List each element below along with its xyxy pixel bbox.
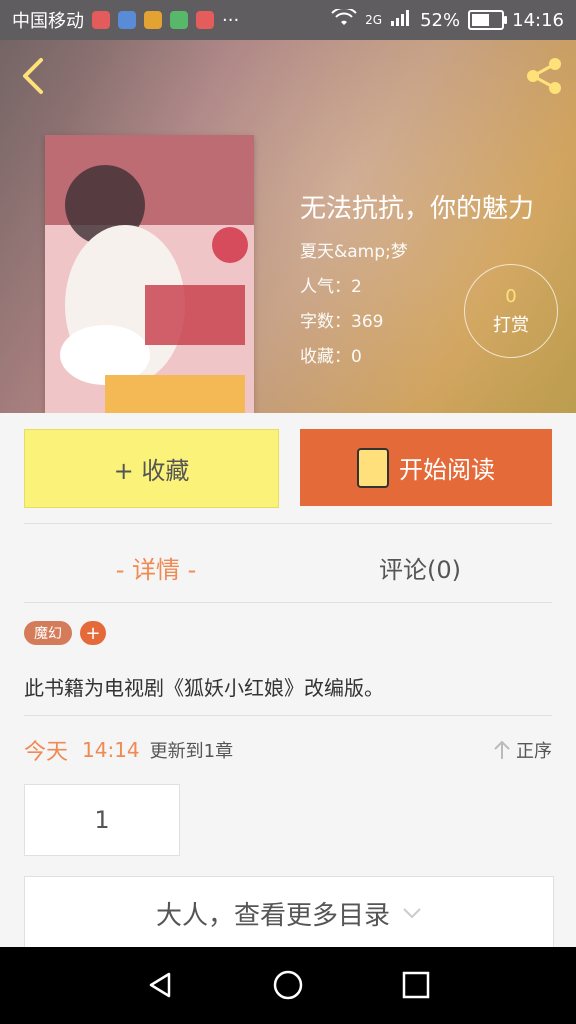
battery-icon xyxy=(468,10,508,30)
tab-details[interactable]: - 详情 - xyxy=(24,542,288,592)
chevron-down-icon xyxy=(403,908,421,919)
divider xyxy=(24,523,552,524)
collect-count-value: 0 xyxy=(351,347,362,367)
battery-fill xyxy=(472,14,489,26)
book-header: 无法抗抗，你的魅力 夏天&amp;梦 人气：2 字数：369 收藏：0 0 打赏 xyxy=(0,40,576,413)
battery-percent: 52% xyxy=(420,9,461,31)
collect-button[interactable]: + 收藏 xyxy=(24,429,279,508)
message-icon xyxy=(170,11,188,29)
status-bar: 中国移动 ··· 2G 52% 14:16 xyxy=(0,0,576,40)
back-button[interactable] xyxy=(14,58,50,94)
clock: 14:16 xyxy=(512,9,564,31)
popularity-label: 人气： xyxy=(300,277,351,297)
collect-count-label: 收藏： xyxy=(300,347,351,367)
book-icon xyxy=(357,447,389,488)
collect-button-label: + 收藏 xyxy=(113,457,190,485)
update-row: 今天 14:14 更新到1章 正序 xyxy=(24,733,552,767)
divider xyxy=(24,602,552,603)
lock-icon xyxy=(144,11,162,29)
update-day: 今天 xyxy=(24,740,69,765)
book-description: 此书籍为电视剧《狐妖小红娘》改编版。 xyxy=(24,676,384,700)
share-icon xyxy=(527,58,561,94)
book-title: 无法抗抗，你的魅力 xyxy=(300,194,535,224)
divider xyxy=(24,715,552,716)
tab-details-label: - 详情 - xyxy=(115,555,197,584)
mail-icon xyxy=(92,11,110,29)
tag-fantasy[interactable]: 魔幻 xyxy=(24,621,72,645)
triangle-back-icon xyxy=(149,972,171,998)
update-text: 更新到1章 xyxy=(149,741,234,762)
square-recents-icon xyxy=(402,971,430,999)
tip-button[interactable]: 0 打赏 xyxy=(464,264,558,358)
arrow-up-icon xyxy=(494,740,510,759)
update-time: 14:14 xyxy=(82,738,140,762)
wifi-icon xyxy=(331,6,357,32)
tab-comments[interactable]: 评论(0) xyxy=(288,542,552,592)
nav-home-button[interactable] xyxy=(268,967,308,1003)
popularity-value: 2 xyxy=(351,277,362,297)
sort-button[interactable]: 正序 xyxy=(492,737,552,763)
word-count-label: 字数： xyxy=(300,312,351,332)
tag-fantasy-label: 魔幻 xyxy=(34,626,62,642)
tip-count: 0 xyxy=(505,285,517,307)
alert-icon xyxy=(196,11,214,29)
word-count-value: 369 xyxy=(351,312,384,332)
share-button[interactable] xyxy=(524,56,564,96)
chapter-item[interactable]: 1 xyxy=(24,784,180,856)
tip-label: 打赏 xyxy=(493,314,529,336)
cover-illustration xyxy=(45,135,254,413)
add-tag-button[interactable]: + xyxy=(80,621,106,645)
system-nav-bar xyxy=(0,947,576,1024)
chapter-number: 1 xyxy=(94,806,110,834)
book-author: 夏天&amp;梦 xyxy=(300,242,408,262)
app-icon xyxy=(118,11,136,29)
network-type: 2G xyxy=(365,13,383,27)
back-arrow-icon xyxy=(23,58,43,94)
more-chapters-label: 大人，查看更多目录 xyxy=(155,900,390,931)
add-tag-label: + xyxy=(85,622,101,644)
start-reading-label: 开始阅读 xyxy=(399,456,495,484)
signal-icon xyxy=(390,9,412,32)
more-notifications: ··· xyxy=(222,9,240,31)
carrier-text: 中国移动 xyxy=(12,11,84,32)
book-cover[interactable] xyxy=(45,135,254,413)
sort-label: 正序 xyxy=(516,741,552,762)
circle-home-icon xyxy=(273,970,303,1000)
tab-comments-label: 评论(0) xyxy=(379,555,461,584)
more-chapters-button[interactable]: 大人，查看更多目录 xyxy=(24,876,554,949)
nav-recents-button[interactable] xyxy=(396,967,436,1003)
nav-back-button[interactable] xyxy=(140,967,180,1003)
start-reading-button[interactable]: 开始阅读 xyxy=(300,429,552,506)
